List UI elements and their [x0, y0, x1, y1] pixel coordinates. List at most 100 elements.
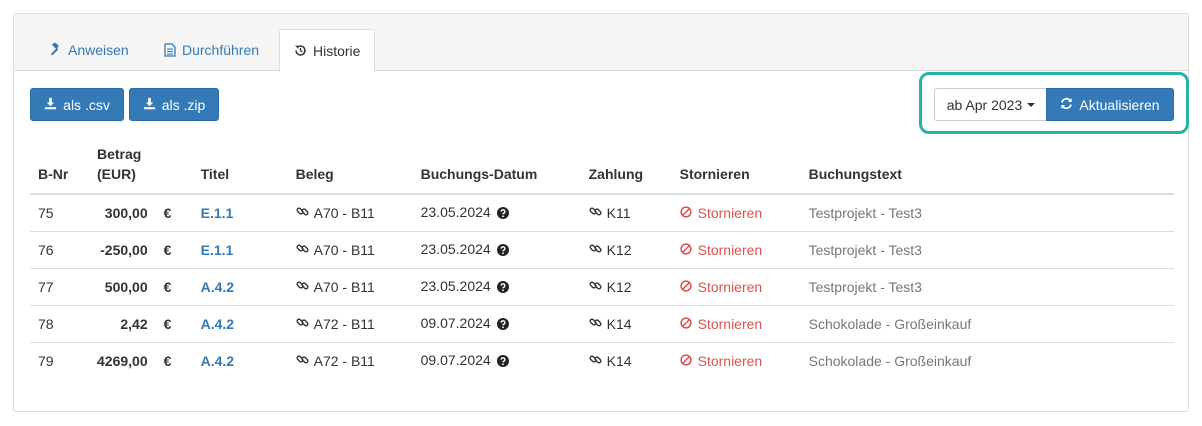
export-csv-button[interactable]: als .csv: [30, 88, 124, 121]
zahlung-label: K12: [606, 241, 632, 258]
cell-datum: 23.05.2024: [412, 230, 581, 268]
cell-currency: €: [155, 341, 193, 379]
stornieren-button[interactable]: Stornieren: [679, 352, 763, 369]
download-icon: [143, 97, 156, 113]
cell-stornieren: Stornieren: [672, 194, 801, 231]
cell-bnr: 76: [30, 230, 89, 268]
cell-datum: 09.07.2024: [412, 341, 581, 379]
cell-buchungstext: Testprojekt - Test3: [800, 230, 1174, 268]
export-zip-button[interactable]: als .zip: [129, 88, 219, 121]
zahlung-link[interactable]: K14: [589, 353, 632, 369]
ban-icon: [679, 279, 692, 295]
cell-betrag: 2,42: [89, 304, 156, 342]
zahlung-link[interactable]: K12: [589, 279, 632, 295]
link-icon: [589, 242, 602, 258]
cell-bnr: 77: [30, 267, 89, 305]
zahlung-link[interactable]: K12: [589, 242, 632, 258]
table-row: 76 -250,00 € E.1.1 A70 - B11 23.05.2024: [30, 230, 1174, 268]
question-icon[interactable]: [496, 243, 509, 259]
titel-link[interactable]: E.1.1: [201, 205, 234, 221]
stornieren-button[interactable]: Stornieren: [679, 205, 762, 221]
question-icon[interactable]: [496, 354, 509, 370]
zahlung-label: K14: [606, 352, 632, 369]
cell-datum: 09.07.2024: [412, 304, 581, 342]
beleg-link[interactable]: A70 - B11: [296, 242, 375, 258]
table-row: 78 2,42 € A.4.2 A72 - B11 09.07.2024 K14…: [30, 304, 1174, 342]
titel-link[interactable]: E.1.1: [201, 242, 234, 258]
titel-link[interactable]: A.4.2: [201, 279, 234, 295]
stornieren-label: Stornieren: [697, 352, 763, 369]
cell-stornieren: Stornieren: [671, 304, 801, 342]
table-header-row: B-Nr Betrag (EUR) Titel Beleg Buchungs-Da…: [30, 144, 1174, 195]
cell-beleg: A70 - B11: [288, 194, 413, 231]
question-icon[interactable]: [496, 280, 509, 296]
tab-bar: Anweisen Durchführen Historie: [14, 14, 1188, 72]
cell-stornieren: Stornieren: [671, 230, 801, 268]
cell-beleg: A72 - B11: [287, 304, 413, 342]
link-icon: [296, 242, 309, 258]
cell-betrag: 4269,00: [89, 341, 156, 379]
cell-betrag: -250,00: [89, 230, 156, 268]
cell-betrag: 500,00: [89, 267, 156, 305]
cell-datum: 23.05.2024: [413, 194, 581, 231]
table-body: 75 300,00 € E.1.1 A70 - B11 23.05.2024 K…: [30, 194, 1174, 379]
question-icon[interactable]: [496, 206, 509, 222]
beleg-link[interactable]: A70 - B11: [296, 205, 375, 221]
header-zahlung: Zahlung: [580, 144, 672, 195]
stornieren-button[interactable]: Stornieren: [679, 316, 762, 332]
tab-historie[interactable]: Historie: [279, 29, 376, 72]
cell-stornieren: Stornieren: [671, 267, 801, 305]
beleg-link[interactable]: A70 - B11: [296, 279, 375, 295]
document-icon: [164, 43, 176, 57]
stornieren-button[interactable]: Stornieren: [679, 242, 762, 258]
table-row: 75 300,00 € E.1.1 A70 - B11 23.05.2024 K…: [30, 194, 1174, 231]
cell-titel: E.1.1: [193, 194, 288, 231]
cell-buchungstext: Schokolade - Großeinkauf: [800, 341, 1174, 379]
cell-buchungstext: Schokolade - Großeinkauf: [800, 304, 1174, 342]
link-icon: [296, 279, 309, 295]
refresh-icon: [1060, 97, 1073, 113]
header-betrag-line1: Betrag: [97, 146, 142, 162]
period-dropdown[interactable]: ab Apr 2023: [934, 88, 1047, 121]
titel-link[interactable]: A.4.2: [201, 353, 234, 369]
tab-anweisen[interactable]: Anweisen: [34, 29, 143, 71]
history-icon: [294, 44, 307, 57]
ban-icon: [679, 242, 692, 258]
table-row: 77 500,00 € A.4.2 A70 - B11 23.05.2024 K…: [30, 267, 1174, 305]
header-titel: Titel: [192, 144, 288, 195]
header-beleg: Beleg: [287, 144, 413, 195]
zahlung-link[interactable]: K14: [589, 316, 632, 332]
beleg-link[interactable]: A72 - B11: [296, 316, 375, 332]
header-bnr: B-Nr: [30, 144, 89, 195]
export-zip-label: als .zip: [161, 96, 206, 113]
cell-buchungstext: Testprojekt - Test3: [808, 204, 922, 221]
link-icon: [589, 205, 602, 221]
link-icon: [589, 316, 602, 332]
cell-zahlung: K11: [581, 194, 672, 231]
beleg-label: A70 - B11: [313, 278, 375, 295]
header-betrag-line2: (EUR): [97, 166, 136, 182]
link-icon: [589, 353, 602, 369]
cell-zahlung: K14: [580, 341, 672, 379]
zahlung-label: K12: [606, 278, 632, 295]
period-label: ab Apr 2023: [946, 96, 1023, 113]
beleg-link[interactable]: A72 - B11: [296, 353, 375, 369]
datum-label: 23.05.2024: [420, 277, 491, 294]
question-icon[interactable]: [496, 317, 509, 333]
stornieren-button[interactable]: Stornieren: [679, 279, 762, 295]
cell-currency: €: [163, 204, 172, 221]
link-icon: [589, 279, 602, 295]
ban-icon: [679, 353, 692, 369]
header-datum: Buchungs-Datum: [412, 144, 581, 195]
cell-bnr: 75: [38, 204, 54, 221]
titel-link[interactable]: A.4.2: [201, 316, 234, 332]
tab-durchfuehren[interactable]: Durchführen: [150, 29, 273, 71]
refresh-label: Aktualisieren: [1079, 96, 1160, 113]
zahlung-link[interactable]: K11: [589, 205, 630, 221]
table-row: 79 4269,00 € A.4.2 A72 - B11 09.07.2024: [30, 341, 1174, 379]
cell-zahlung: K14: [580, 304, 672, 342]
cell-bnr: 79: [30, 341, 89, 379]
refresh-button[interactable]: Aktualisieren: [1046, 88, 1174, 121]
link-icon: [296, 316, 309, 332]
datum-label: 23.05.2024: [420, 203, 491, 220]
